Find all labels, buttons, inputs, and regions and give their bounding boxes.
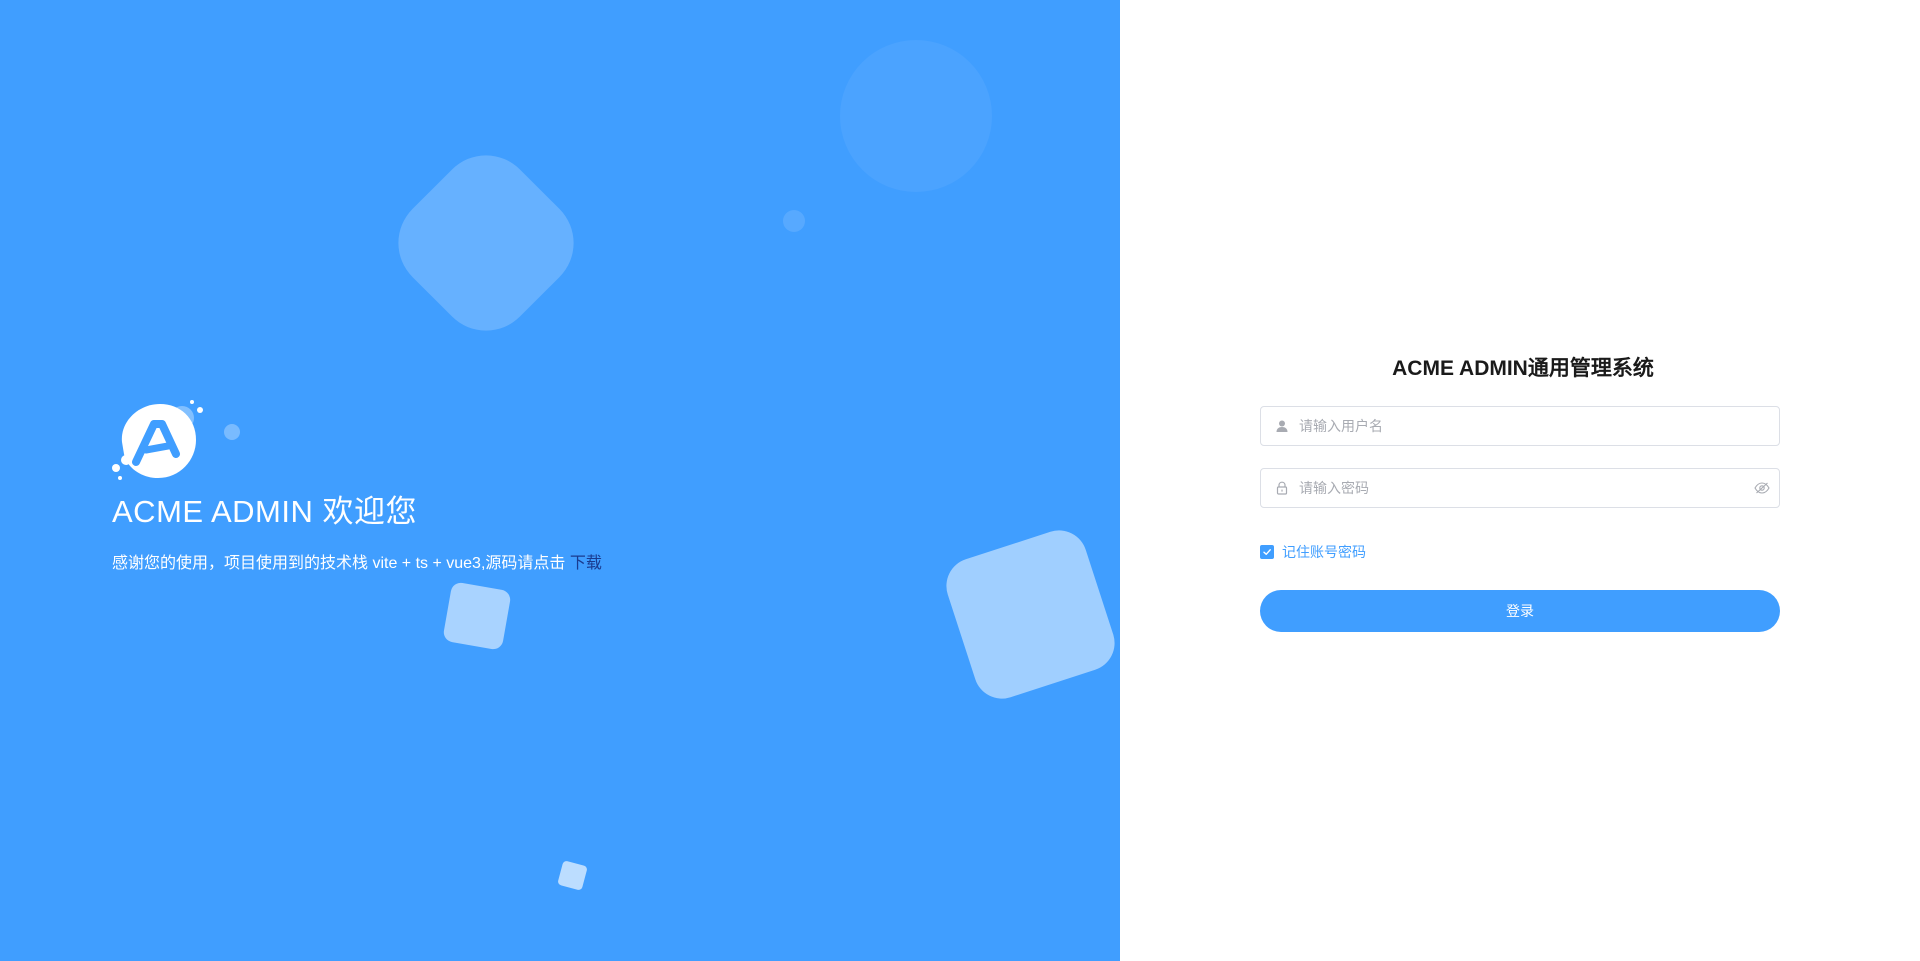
login-page: ACME ADMIN 欢迎您 感谢您的使用，项目使用到的技术栈 vite + t… [0,0,1920,961]
welcome-description: 感谢您的使用，项目使用到的技术栈 vite + ts + vue3,源码请点击 … [112,549,602,573]
decorative-circle [840,40,992,192]
welcome-panel: ACME ADMIN 欢迎您 感谢您的使用，项目使用到的技术栈 vite + t… [0,0,1120,961]
decorative-dot [783,210,805,232]
remember-password-checkbox[interactable]: 记住账号密码 [1260,542,1780,562]
password-input[interactable] [1299,470,1745,506]
username-field[interactable] [1260,406,1780,446]
login-panel: ACME ADMIN通用管理系统 请输入用户名 记住账号密码 登录 [1120,0,1920,961]
check-icon[interactable] [1260,545,1274,559]
decorative-square-large [939,523,1120,706]
decorative-rounded-diamond [378,135,594,351]
login-form: ACME ADMIN通用管理系统 请输入用户名 记住账号密码 登录 [1260,352,1780,632]
download-link[interactable]: 下载 [570,555,602,572]
lock-icon [1261,481,1299,495]
decorative-square [442,581,512,651]
user-icon [1261,419,1299,433]
login-button[interactable]: 登录 [1260,590,1780,632]
decorative-square-small [557,860,588,891]
eye-off-icon[interactable] [1745,481,1779,495]
login-title: ACME ADMIN通用管理系统 [1392,357,1654,380]
password-field[interactable] [1260,468,1780,508]
app-logo [112,400,203,480]
welcome-description-text: 感谢您的使用，项目使用到的技术栈 vite + ts + vue3,源码请点击 [112,555,566,572]
decorative-dot [224,424,240,440]
remember-password-label[interactable]: 记住账号密码 [1282,542,1366,562]
username-input[interactable] [1299,408,1779,444]
welcome-title: ACME ADMIN 欢迎您 [112,494,417,529]
